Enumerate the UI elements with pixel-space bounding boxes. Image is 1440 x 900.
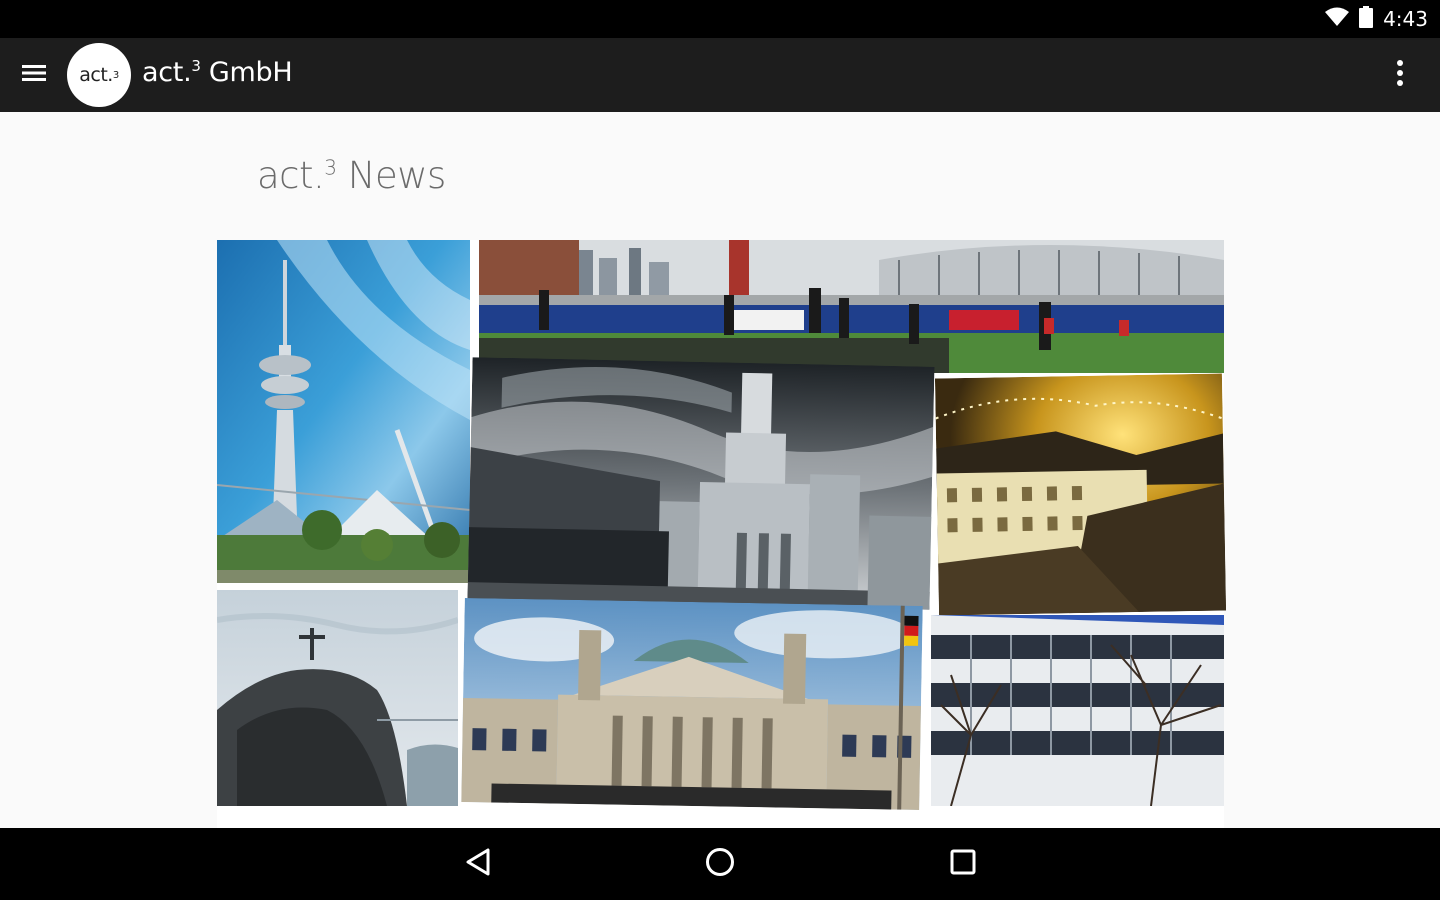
content-area: act.3 News: [0, 112, 1440, 828]
rio-christ-statue-photo[interactable]: [217, 590, 458, 806]
berlin-reichstag-photo[interactable]: [461, 598, 923, 810]
overflow-menu-icon: [1396, 59, 1404, 91]
munich-tv-tower-photo[interactable]: [217, 240, 470, 583]
app-logo[interactable]: act. 3: [67, 43, 131, 107]
app-title: act.3 GmbH: [142, 57, 293, 88]
office-building-photo[interactable]: [931, 615, 1224, 806]
back-icon: [464, 847, 492, 881]
back-button[interactable]: [456, 844, 500, 884]
status-time: 4:43: [1383, 7, 1428, 31]
city-rooftops-night-photo[interactable]: [934, 373, 1227, 616]
app-title-suffix: GmbH: [200, 57, 293, 88]
system-navigation-bar: [0, 828, 1440, 900]
news-collage: [217, 240, 1227, 828]
logo-text: act.: [79, 64, 113, 86]
warsaw-palace-of-culture-photo[interactable]: [467, 357, 935, 610]
recents-button[interactable]: [941, 844, 985, 884]
navigation-menu-button[interactable]: [14, 55, 54, 95]
page-title-text: act.: [257, 154, 325, 197]
recents-icon: [949, 848, 977, 880]
page-title: act.3 News: [257, 154, 446, 197]
page-title-suffix: News: [336, 154, 447, 197]
app-title-superscript: 3: [191, 57, 201, 75]
london-stadium-football-photo[interactable]: [479, 240, 1224, 373]
overflow-menu-button[interactable]: [1380, 55, 1420, 95]
app-bar: act. 3 act.3 GmbH: [0, 38, 1440, 112]
status-bar: 4:43: [0, 0, 1440, 38]
hamburger-menu-icon: [22, 63, 46, 87]
battery-icon: [1359, 6, 1374, 32]
logo-superscript: 3: [112, 69, 119, 81]
home-button[interactable]: [698, 844, 742, 884]
page-title-superscript: 3: [324, 155, 337, 180]
wifi-icon: [1325, 7, 1350, 31]
status-icons: 4:43: [1325, 6, 1428, 32]
home-icon: [704, 846, 736, 882]
app-title-text: act.: [142, 57, 192, 88]
